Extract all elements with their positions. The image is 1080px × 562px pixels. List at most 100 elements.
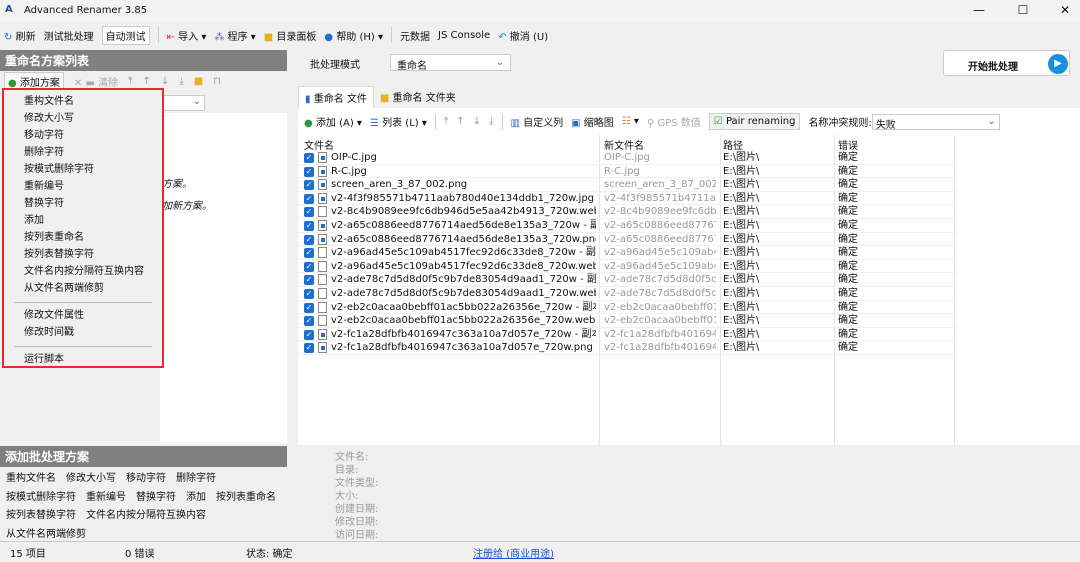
table-row[interactable]: ✓ v2-fc1a28dfbfb4016947c363a10a7d057e_72… bbox=[298, 341, 958, 355]
menu-item[interactable]: 添加 bbox=[4, 212, 162, 229]
move-up-icon[interactable]: ↑ bbox=[143, 76, 151, 87]
row-checkbox[interactable]: ✓ bbox=[304, 316, 314, 327]
table-row[interactable]: ✓ v2-eb2c0acaa0bebff01ac5bb022a26356e_72… bbox=[298, 301, 958, 315]
gps-button[interactable]: ⚲ GPS 数值 bbox=[647, 114, 701, 129]
move-down-icon[interactable]: ↓ bbox=[473, 116, 481, 127]
table-row[interactable]: ✓ v2-ade78c7d5d8d0f5c9b7de83054d9aad1_72… bbox=[298, 273, 958, 287]
menu-item[interactable]: 按模式删除字符 bbox=[4, 161, 162, 178]
menu-item[interactable]: 修改时间戳 bbox=[4, 324, 162, 341]
add-method-link[interactable]: 文件名内按分隔符互换内容 bbox=[86, 510, 206, 521]
registration-link[interactable]: 注册给 (商业用途) bbox=[473, 545, 554, 560]
menu-item[interactable]: 按列表替换字符 bbox=[4, 246, 162, 263]
dir-panel-button[interactable]: ■ 目录面板 bbox=[264, 28, 317, 43]
move-up-icon[interactable]: ↑ bbox=[456, 116, 464, 127]
menu-item[interactable]: 文件名内按分隔符互换内容 bbox=[4, 263, 162, 280]
row-checkbox[interactable]: ✓ bbox=[304, 207, 314, 218]
custom-columns-button[interactable]: ▥ 自定义列 bbox=[511, 114, 564, 129]
menu-item[interactable]: 从文件名两端修剪 bbox=[4, 280, 162, 297]
move-top-icon[interactable]: ⤒ bbox=[444, 116, 448, 127]
test-batch-button[interactable]: 测试批处理 bbox=[44, 28, 94, 43]
close-icon[interactable]: ✕ bbox=[1050, 3, 1080, 17]
minimize-icon[interactable]: — bbox=[964, 3, 994, 17]
import-button[interactable]: ⇤ 导入 ▾ bbox=[167, 28, 207, 43]
maximize-icon[interactable]: ☐ bbox=[1008, 3, 1038, 17]
table-row[interactable]: ✓ R-C.jpg R-C.jpg E:\图片\ 确定 bbox=[298, 165, 958, 179]
help-button[interactable]: ● 帮助 (H) ▾ bbox=[324, 28, 383, 43]
add-method-link[interactable]: 重新编号 bbox=[86, 492, 126, 503]
row-checkbox[interactable]: ✓ bbox=[304, 275, 314, 286]
refresh-button[interactable]: ↻ 刷新 bbox=[4, 28, 36, 43]
pair-renaming-toggle[interactable]: ☑ Pair renaming bbox=[708, 113, 801, 130]
table-row[interactable]: ✓ v2-fc1a28dfbfb4016947c363a10a7d057e_72… bbox=[298, 328, 958, 342]
js-console-button[interactable]: JS Console bbox=[438, 30, 490, 41]
row-checkbox[interactable]: ✓ bbox=[304, 261, 314, 272]
menu-item[interactable]: 删除字符 bbox=[4, 144, 162, 161]
row-checkbox[interactable]: ✓ bbox=[304, 221, 314, 231]
row-checkbox[interactable]: ✓ bbox=[304, 329, 314, 340]
column-header-path[interactable]: 路径 bbox=[723, 137, 743, 152]
column-header-filename[interactable]: 文件名 bbox=[304, 137, 334, 152]
method-dropdown[interactable]: ⌄ bbox=[160, 95, 205, 111]
menu-item[interactable]: 修改大小写 bbox=[4, 110, 162, 127]
move-down-icon[interactable]: ↓ bbox=[161, 76, 169, 87]
column-header-error[interactable]: 错误 bbox=[838, 137, 858, 152]
row-checkbox[interactable]: ✓ bbox=[304, 180, 314, 191]
thumbnails-button[interactable]: ▣ 缩略图 bbox=[571, 114, 614, 129]
menu-item[interactable]: 按列表重命名 bbox=[4, 229, 162, 246]
row-checkbox[interactable]: ✓ bbox=[304, 166, 314, 177]
menu-item[interactable]: 重新编号 bbox=[4, 178, 162, 195]
metadata-button[interactable]: 元数据 bbox=[400, 28, 430, 43]
table-row[interactable]: ✓ v2-eb2c0acaa0bebff01ac5bb022a26356e_72… bbox=[298, 314, 958, 328]
add-method-link[interactable]: 按模式删除字符 bbox=[6, 492, 76, 503]
row-checkbox[interactable]: ✓ bbox=[304, 289, 314, 299]
tab-rename-files[interactable]: ▮ 重命名 文件 bbox=[298, 86, 374, 108]
move-bottom-icon[interactable]: ⤓ bbox=[489, 116, 493, 127]
add-method-link[interactable]: 按列表替换字符 bbox=[6, 510, 76, 521]
add-method-link[interactable]: 从文件名两端修剪 bbox=[6, 529, 86, 540]
add-files-button[interactable]: ● 添加 (A) ▾ bbox=[304, 114, 362, 129]
conflict-rule-select[interactable]: 失败 ⌄ bbox=[871, 113, 1000, 131]
add-method-link[interactable]: 移动字符 bbox=[126, 473, 166, 484]
add-method-link[interactable]: 按列表重命名 bbox=[216, 492, 276, 503]
add-method-link[interactable]: 添加 bbox=[186, 492, 206, 503]
table-row[interactable]: ✓ screen_aren_3_87_002.png screen_aren_3… bbox=[298, 178, 958, 192]
row-checkbox[interactable]: ✓ bbox=[304, 302, 314, 313]
table-row[interactable]: ✓ v2-8c4b9089ee9fc6db946d5e5aa42b4913_72… bbox=[298, 205, 958, 219]
menu-item[interactable]: 替换字符 bbox=[4, 195, 162, 212]
auto-test-button[interactable]: 自动测试 bbox=[101, 25, 150, 45]
clear-button[interactable]: ✕ ▬ 清除 bbox=[74, 74, 118, 89]
table-row[interactable]: ✓ v2-a96ad45e5c109ab4517fec92d6c33de8_72… bbox=[298, 246, 958, 260]
move-top-icon[interactable]: ⤒ bbox=[128, 76, 132, 87]
batch-mode-select[interactable]: 重命名 ⌄ bbox=[390, 54, 511, 72]
program-button[interactable]: ⁂ 程序 ▾ bbox=[214, 28, 255, 43]
menu-item[interactable]: 重构文件名 bbox=[4, 93, 162, 110]
start-batch-button[interactable]: 开始批处理 ▶ bbox=[943, 50, 1070, 76]
undo-button[interactable]: ↶ 撤消 (U) bbox=[498, 28, 548, 43]
open-folder-icon[interactable]: ■ bbox=[194, 76, 203, 87]
add-method-link[interactable]: 替换字符 bbox=[136, 492, 176, 503]
table-row[interactable]: ✓ v2-a65c0886eed8776714aed56de8e135a3_72… bbox=[298, 219, 958, 233]
table-row[interactable]: ✓ v2-4f3f985571b4711aab780d40e134ddb1_72… bbox=[298, 192, 958, 206]
row-checkbox[interactable]: ✓ bbox=[304, 234, 314, 245]
row-checkbox[interactable]: ✓ bbox=[304, 193, 314, 204]
menu-item[interactable]: 运行脚本 bbox=[4, 351, 162, 368]
add-method-link[interactable]: 删除字符 bbox=[176, 473, 216, 484]
table-row[interactable]: ✓ v2-a65c0886eed8776714aed56de8e135a3_72… bbox=[298, 233, 958, 247]
save-icon[interactable]: ⊓ bbox=[213, 76, 221, 87]
menu-item[interactable]: 修改文件属性 bbox=[4, 307, 162, 324]
add-method-link[interactable]: 重构文件名 bbox=[6, 473, 56, 484]
view-options-button[interactable]: ☷ ▾ bbox=[622, 116, 639, 127]
list-button[interactable]: ☰ 列表 (L) ▾ bbox=[370, 114, 427, 129]
row-checkbox[interactable]: ✓ bbox=[304, 343, 314, 354]
column-header-newname[interactable]: 新文件名 bbox=[604, 137, 644, 152]
table-row[interactable]: ✓ v2-ade78c7d5d8d0f5c9b7de83054d9aad1_72… bbox=[298, 287, 958, 301]
info-label: 文件类型: bbox=[335, 478, 379, 489]
add-method-link[interactable]: 修改大小写 bbox=[66, 473, 116, 484]
menu-item[interactable]: 移动字符 bbox=[4, 127, 162, 144]
table-row[interactable]: ✓ OIP-C.jpg OIP-C.jpg E:\图片\ 确定 bbox=[298, 151, 958, 165]
move-bottom-icon[interactable]: ⤓ bbox=[179, 76, 183, 87]
row-checkbox[interactable]: ✓ bbox=[304, 248, 314, 259]
row-checkbox[interactable]: ✓ bbox=[304, 153, 314, 163]
tab-rename-folders[interactable]: ■ 重命名 文件夹 bbox=[374, 86, 462, 108]
table-row[interactable]: ✓ v2-a96ad45e5c109ab4517fec92d6c33de8_72… bbox=[298, 260, 958, 274]
